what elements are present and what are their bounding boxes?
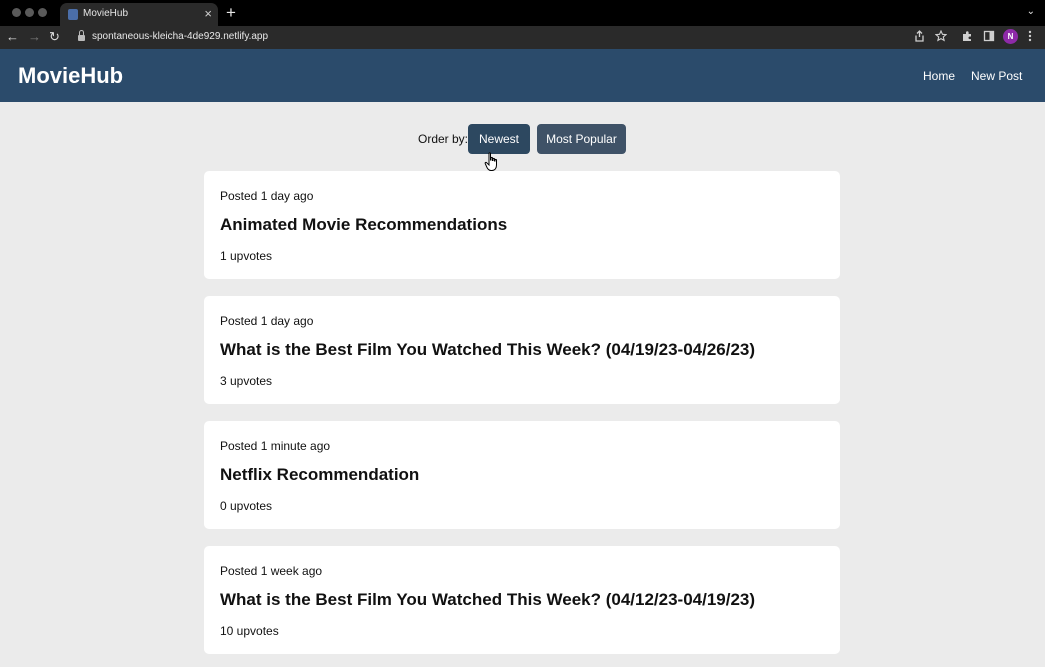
- post-card[interactable]: Posted 1 minute ago Netflix Recommendati…: [204, 421, 840, 529]
- post-upvotes: 1 upvotes: [220, 249, 273, 263]
- post-upvotes: 10 upvotes: [220, 624, 279, 638]
- extensions-icon[interactable]: [961, 30, 973, 45]
- browser-tab[interactable]: MovieHub ×: [60, 3, 218, 26]
- new-tab-icon[interactable]: +: [226, 3, 236, 23]
- brand-logo[interactable]: MovieHub: [18, 63, 123, 89]
- post-title[interactable]: What is the Best Film You Watched This W…: [220, 340, 755, 360]
- order-by-label: Order by:: [418, 132, 469, 146]
- sidepanel-icon[interactable]: [983, 30, 995, 45]
- zoom-window-dot[interactable]: [38, 8, 47, 17]
- post-card[interactable]: Posted 1 day ago Animated Movie Recommen…: [204, 171, 840, 279]
- post-timestamp: Posted 1 day ago: [220, 314, 314, 328]
- post-timestamp: Posted 1 day ago: [220, 189, 314, 203]
- minimize-window-dot[interactable]: [25, 8, 34, 17]
- url-text[interactable]: spontaneous-kleicha-4de929.netlify.app: [92, 31, 268, 42]
- order-newest-button[interactable]: Newest: [468, 124, 530, 154]
- post-card[interactable]: Posted 1 day ago What is the Best Film Y…: [204, 296, 840, 404]
- browser-tab-bar: MovieHub × + ⌄: [0, 0, 1045, 26]
- post-title[interactable]: Animated Movie Recommendations: [220, 215, 507, 235]
- post-timestamp: Posted 1 minute ago: [220, 439, 331, 453]
- post-title[interactable]: What is the Best Film You Watched This W…: [220, 590, 755, 610]
- nav-home-link[interactable]: Home: [923, 69, 955, 83]
- nav-new-post-link[interactable]: New Post: [971, 69, 1022, 83]
- star-icon[interactable]: [934, 29, 948, 45]
- back-icon[interactable]: ←: [6, 29, 19, 45]
- reload-icon[interactable]: ↻: [49, 29, 60, 45]
- close-window-dot[interactable]: [12, 8, 21, 17]
- profile-avatar[interactable]: N: [1003, 29, 1018, 44]
- tab-search-icon[interactable]: ⌄: [1027, 6, 1035, 17]
- post-timestamp: Posted 1 week ago: [220, 564, 323, 578]
- tab-title: MovieHub: [83, 8, 129, 19]
- app-header: MovieHub Home New Post: [0, 49, 1045, 102]
- browser-toolbar: ← → ↻ spontaneous-kleicha-4de929.netlify…: [0, 26, 1045, 49]
- favicon-icon: [68, 9, 78, 20]
- hand-cursor-icon: [484, 152, 497, 171]
- share-icon[interactable]: [914, 30, 925, 45]
- order-most-popular-button[interactable]: Most Popular: [537, 124, 626, 154]
- forward-icon[interactable]: →: [28, 29, 41, 45]
- post-card[interactable]: Posted 1 week ago What is the Best Film …: [204, 546, 840, 654]
- post-upvotes: 0 upvotes: [220, 499, 273, 513]
- close-tab-icon[interactable]: ×: [204, 6, 212, 22]
- post-title[interactable]: Netflix Recommendation: [220, 465, 419, 485]
- kebab-menu-icon[interactable]: [1027, 30, 1033, 45]
- post-upvotes: 3 upvotes: [220, 374, 273, 388]
- lock-icon[interactable]: [78, 30, 85, 41]
- address-bar[interactable]: spontaneous-kleicha-4de929.netlify.app: [68, 28, 958, 47]
